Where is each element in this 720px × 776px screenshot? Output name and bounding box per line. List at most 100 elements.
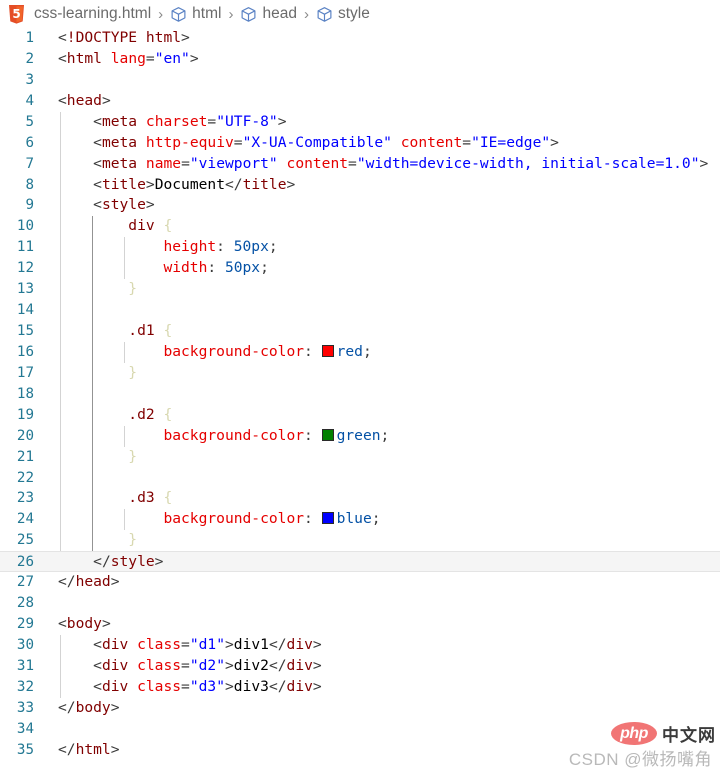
code-line[interactable]: 16 background-color: red; [0,342,720,363]
token-punct: < [93,677,102,695]
token-val: green [336,426,381,444]
code-text: <body> [58,614,111,635]
code-line[interactable]: 31 <div class="d2">div2</div> [0,656,720,677]
code-line[interactable]: 32 <div class="d3">div3</div> [0,677,720,698]
token-sel: .d2 [128,405,155,423]
token-str: "X-UA-Compatible" [242,133,392,151]
code-line[interactable]: 28 [0,593,720,614]
token-punct: </ [268,677,287,695]
color-swatch[interactable] [321,344,334,357]
code-text: <meta charset="UTF-8"> [58,112,287,133]
cube-icon [170,6,187,23]
token-punct: = [181,677,190,695]
code-line[interactable]: 20 background-color: green; [0,426,720,447]
token-attr: charset [145,112,208,130]
token-punct: = [348,154,357,172]
line-number: 15 [16,323,34,340]
token-punct: : [207,259,225,277]
code-line[interactable]: 17 } [0,363,720,384]
line-number: 24 [16,511,34,528]
token-tag: div [101,677,129,695]
line-number: 9 [25,197,34,214]
token-sel: .d1 [128,322,155,340]
color-swatch[interactable] [321,512,334,525]
code-text: } [58,363,137,384]
code-text: <div class="d1">div1</div> [58,635,322,656]
token-tag: style [101,196,146,214]
code-line[interactable]: 18 [0,384,720,405]
token-punct: < [58,49,67,67]
token-punct: > [312,677,322,695]
breadcrumb-item-html[interactable]: html [168,5,223,23]
code-text: <div class="d3">div3</div> [58,677,322,698]
token-punct: > [101,615,111,633]
token-punct: > [550,133,559,151]
code-line[interactable]: 7 <meta name="viewport" content="width=d… [0,154,720,175]
token-punct: = [181,635,190,653]
line-number: 14 [16,302,34,319]
token-attr: content [400,133,463,151]
token-attr: content [286,154,349,172]
token-punct: > [145,175,155,193]
token-tag: head [75,573,111,591]
code-line[interactable]: 25 } [0,530,720,551]
token-brace: { [163,217,173,235]
token-text: div2 [233,656,269,674]
code-text: </html> [58,740,120,761]
code-line[interactable]: 15 .d1 { [0,321,720,342]
code-line[interactable]: 19 .d2 { [0,405,720,426]
token-punct: </ [268,635,287,653]
line-number: 35 [16,741,34,758]
code-text: } [58,279,137,300]
code-line[interactable]: 4 <head> [0,91,720,112]
code-line[interactable]: 23 .d3 { [0,488,720,509]
line-number: 29 [16,616,34,633]
token-tag: meta [101,154,138,172]
code-text: height: 50px; [58,237,277,258]
breadcrumb-item-file[interactable]: 5 css-learning.html [6,4,153,24]
code-line[interactable]: 11 height: 50px; [0,237,720,258]
php-logo-cn-text: 中文网 [662,726,716,745]
breadcrumb-label-style: style [337,5,370,22]
code-line[interactable]: 12 width: 50px; [0,258,720,279]
code-line[interactable]: 14 [0,300,720,321]
code-line[interactable]: 30 <div class="d1">div1</div> [0,635,720,656]
code-line[interactable]: 26 </style> [0,551,720,573]
token-prop: width [163,259,208,277]
code-lines[interactable]: 1 <!DOCTYPE html> 2 <html lang="en"> 3 4 <head… [0,28,720,761]
code-line[interactable]: 24 background-color: blue; [0,509,720,530]
code-line[interactable]: 6 <meta http-equiv="X-UA-Compatible" con… [0,133,720,154]
code-line[interactable]: 29 <body> [0,614,720,635]
code-line[interactable]: 27 </head> [0,572,720,593]
token-punct: > [277,112,287,130]
token-tag: div [286,677,313,695]
code-line[interactable]: 21 } [0,447,720,468]
breadcrumb-item-head[interactable]: head [238,5,298,23]
code-text: <meta http-equiv="X-UA-Compatible" conte… [58,133,559,154]
line-number: 32 [16,678,34,695]
code-line[interactable]: 3 [0,70,720,91]
token-punct: = [462,133,472,151]
color-swatch[interactable] [321,428,334,441]
code-line[interactable]: 2 <html lang="en"> [0,49,720,70]
code-line[interactable]: 9 <style> [0,195,720,216]
token-punct: = [145,49,155,67]
token-punct: : [304,426,322,444]
breadcrumb-item-style[interactable]: style [314,5,372,23]
code-text: background-color: blue; [58,509,380,530]
code-line[interactable]: 13 } [0,279,720,300]
code-line[interactable]: 5 <meta charset="UTF-8"> [0,112,720,133]
code-text: .d3 { [58,488,172,509]
code-line[interactable]: 10 div { [0,216,720,237]
token-punct: > [312,635,322,653]
code-line[interactable]: 33 </body> [0,698,720,719]
code-line[interactable]: 22 [0,468,720,489]
code-line[interactable]: 1 <!DOCTYPE html> [0,28,720,49]
code-editor[interactable]: 1 <!DOCTYPE html> 2 <html lang="en"> 3 4 <head… [0,28,720,776]
code-line[interactable]: 8 <title>Document</title> [0,175,720,196]
